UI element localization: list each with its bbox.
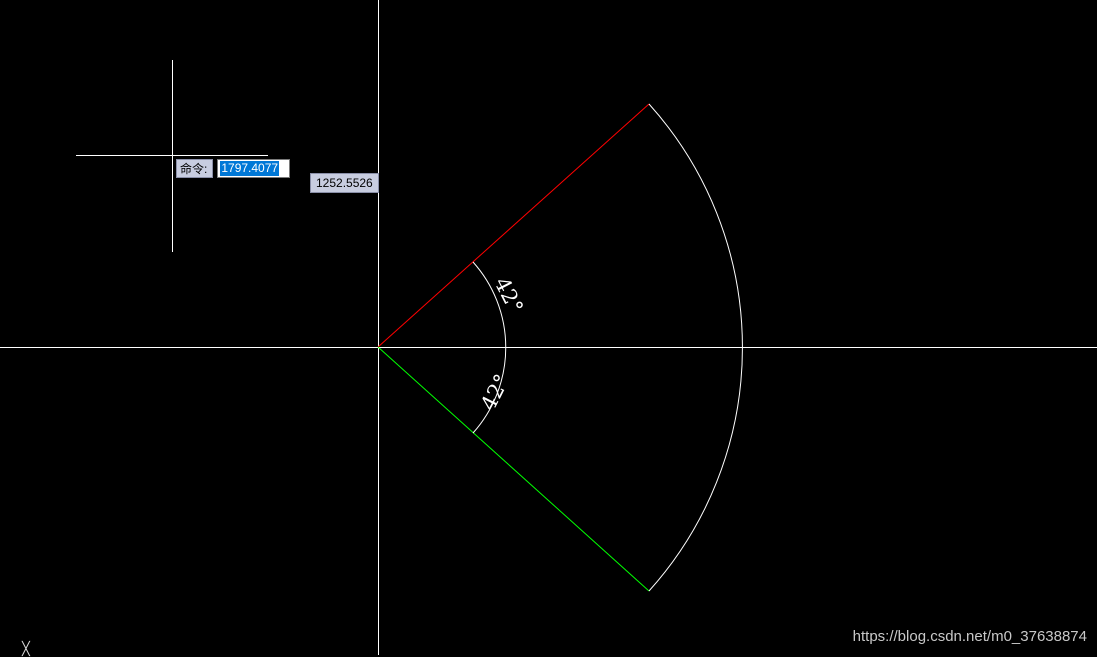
sector-lower-edge[interactable] [377, 346, 650, 592]
coordinate-tooltip: 1252.5526 [310, 173, 379, 193]
command-label: 命令: [176, 159, 214, 178]
ucs-axis-icon: ╳ [22, 642, 30, 657]
angle-dimension-lower-text[interactable]: 42° [476, 370, 514, 414]
dynamic-input-command: 命令: 1797.4077 [176, 159, 291, 178]
drawing-area[interactable]: 42° 42° [0, 0, 1097, 655]
watermark-text: https://blog.csdn.net/m0_37638874 [852, 628, 1087, 645]
angle-dimension-upper-text[interactable]: 42° [490, 273, 528, 317]
drawing-canvas[interactable]: 42° 42° 命令: 1797.4077 1252.5526 ╳ https:… [0, 0, 1097, 657]
command-input-field[interactable]: 1797.4077 [217, 159, 291, 178]
command-input-value[interactable]: 1797.4077 [220, 161, 280, 176]
